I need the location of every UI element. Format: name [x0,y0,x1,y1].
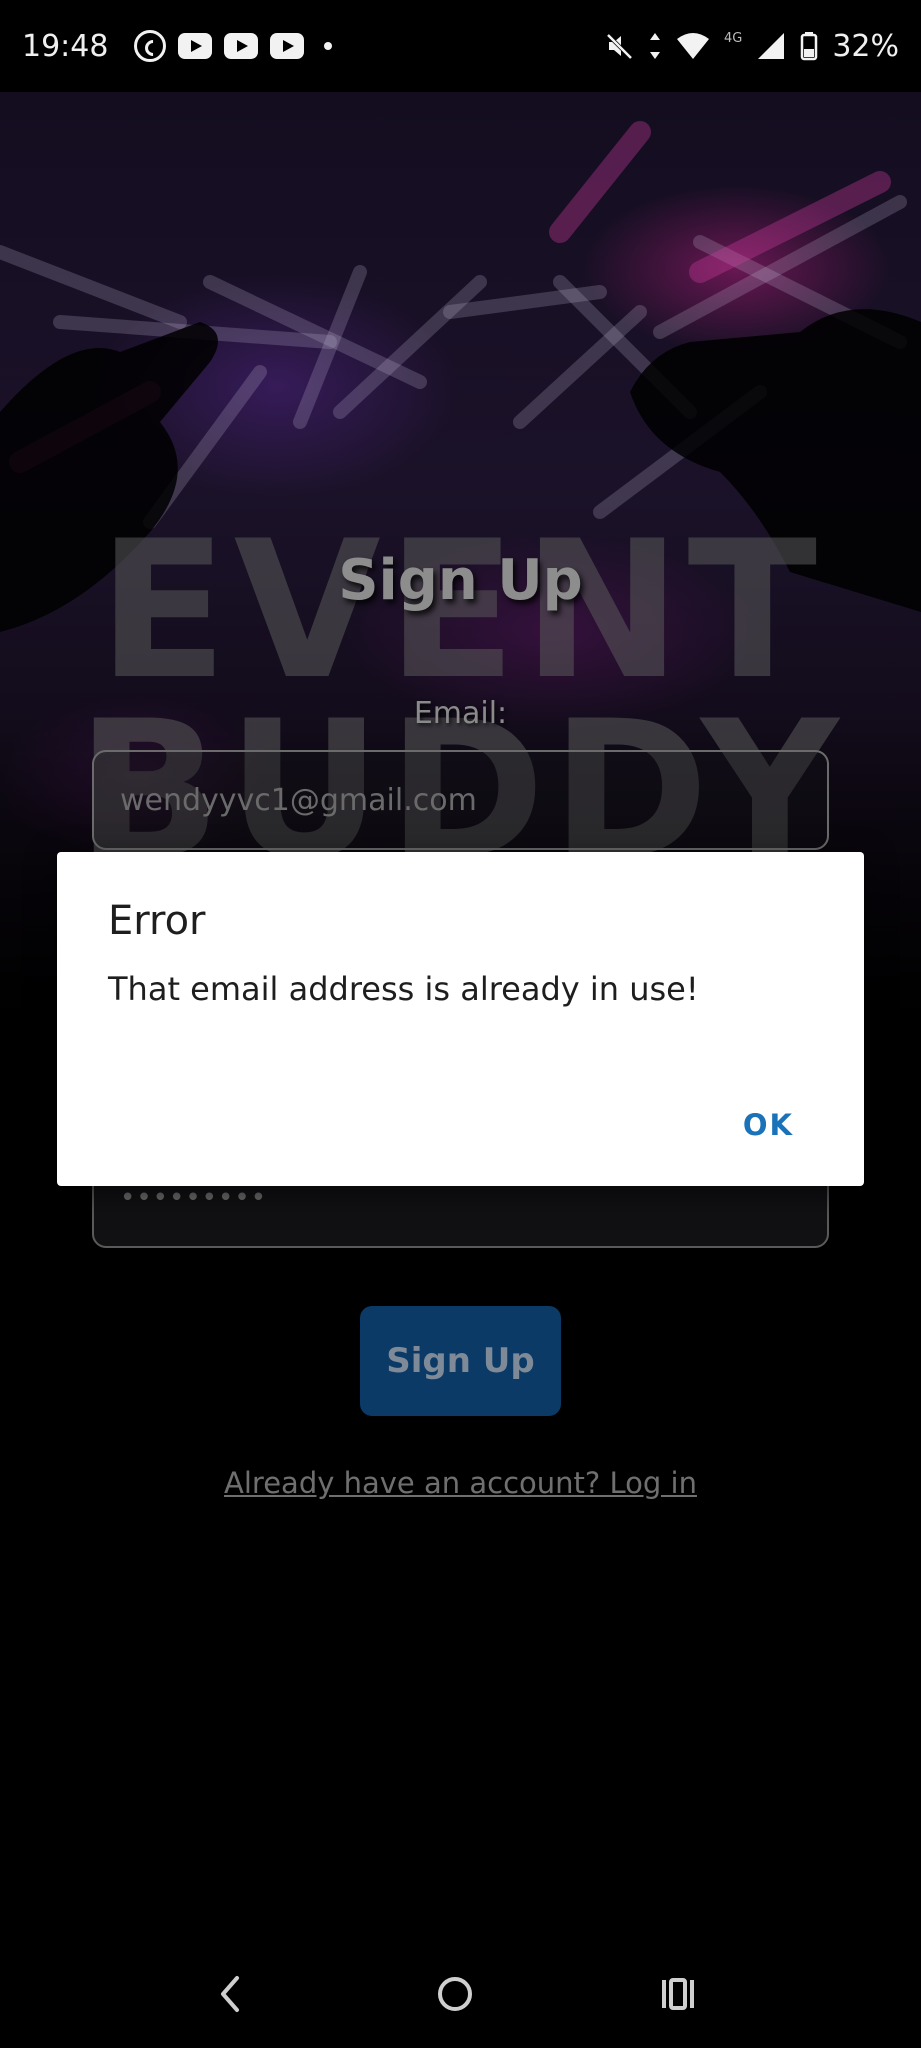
mute-icon [606,33,633,60]
recents-button[interactable] [648,1964,708,2024]
ok-button[interactable]: OK [743,1108,794,1142]
back-icon [221,1976,239,2012]
email-label: Email: [413,696,508,731]
back-button[interactable] [200,1964,260,2024]
page-title: Sign Up [338,548,583,613]
data-arrows-icon [649,33,660,59]
recents-icon [662,1978,694,2010]
sign-up-button[interactable]: Sign Up [360,1306,561,1416]
youtube-icon [270,33,305,59]
network-type-label: 4G [723,30,743,46]
dialog-message: That email address is already in use! [108,970,699,1008]
signal-icon [758,33,785,59]
notification-icons [134,30,333,62]
battery-percent: 32% [832,28,899,64]
wifi-icon [676,33,709,59]
youtube-icon [224,33,259,59]
navigation-bar [0,1940,921,2048]
youtube-icon [178,33,213,59]
error-dialog: Error That email address is already in u… [57,852,864,1186]
system-icons: 4G 32% [604,29,899,64]
home-icon [438,1977,472,2011]
email-field[interactable]: wendyyvc1@gmail.com [92,750,829,850]
login-link[interactable]: Already have an account? Log in [0,1466,921,1500]
status-bar: 19:48 4G 32% [0,0,921,92]
whatsapp-icon [134,30,167,62]
battery-icon [801,32,818,61]
dot-icon [324,42,333,50]
home-button[interactable] [425,1964,485,2024]
dialog-title: Error [108,898,206,944]
status-time: 19:48 [22,28,109,64]
